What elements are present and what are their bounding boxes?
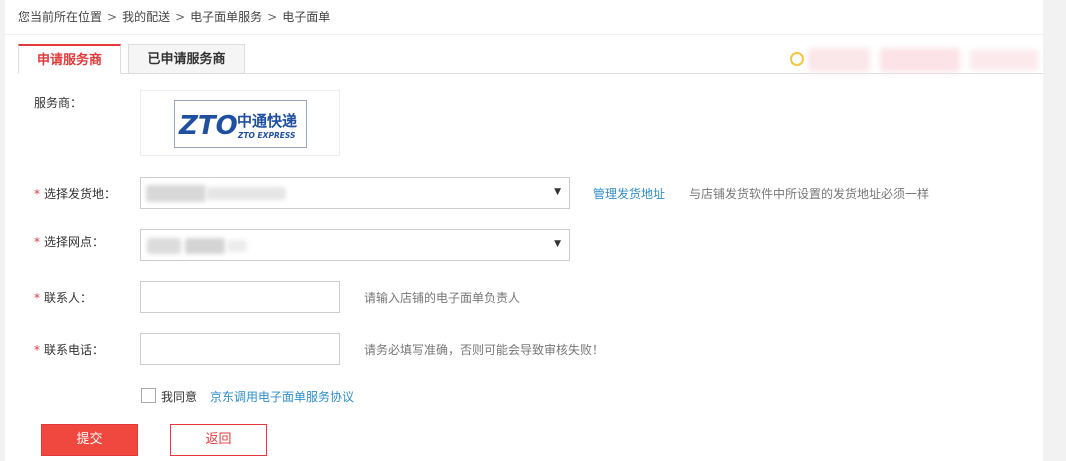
redacted-value [147,238,181,254]
redacted-value [185,238,225,254]
breadcrumb-item-waybill-service[interactable]: 电子面单服务 [190,10,262,24]
outlet-select[interactable]: ▼ [140,229,570,261]
phone-label: * 联系电话： [34,341,104,358]
breadcrumb-location-label: 您当前所在位置 [18,10,103,24]
redacted-text [808,48,870,72]
manage-ship-address-link[interactable]: 管理发货地址 [593,185,665,202]
provider-label: 服务商： [34,96,83,110]
redacted-text [880,48,960,72]
tab-apply-provider[interactable]: 申请服务商 [18,44,121,74]
required-mark: * [34,235,40,249]
ship-from-select[interactable]: ▼ [140,177,570,209]
agree-label[interactable]: 我同意 [161,388,197,405]
breadcrumb-item-my-delivery[interactable]: 我的配送 [122,10,170,24]
zto-logo-icon: ZTO 中通快递 ZTO EXPRESS [178,111,297,141]
contact-input[interactable] [140,281,340,313]
notice-icon [790,52,804,66]
agree-checkbox[interactable] [141,388,156,403]
zto-logo-chinese: 中通快递 [237,112,297,130]
back-button[interactable]: 返回 [170,424,267,456]
phone-input[interactable] [140,333,340,365]
contact-hint: 请输入店铺的电子面单负责人 [364,291,521,305]
breadcrumb-separator: > [267,10,278,24]
redacted-value [206,187,286,200]
required-mark: * [34,187,40,201]
service-agreement-link[interactable]: 京东调用电子面单服务协议 [210,388,354,405]
tab-applied-providers[interactable]: 已申请服务商 [128,44,245,74]
breadcrumb-item-waybill: 电子面单 [282,10,331,24]
outlet-label: * 选择网点： [34,233,104,250]
dropdown-arrow-icon: ▼ [554,187,561,197]
breadcrumb: 您当前所在位置 > 我的配送 > 电子面单服务 > 电子面单 [18,8,330,25]
redacted-value [146,185,206,202]
redacted-value [227,240,247,252]
redacted-text [970,50,1038,70]
submit-button[interactable]: 提交 [41,424,138,456]
redacted-notice [790,44,1040,74]
breadcrumb-separator: > [107,10,118,24]
provider-logo-box[interactable]: ZTO 中通快递 ZTO EXPRESS [140,90,340,156]
zto-logo-english: ZTO EXPRESS [237,131,295,140]
ship-from-label-text: 选择发货地： [44,187,117,201]
breadcrumb-divider [5,34,1043,35]
required-mark: * [34,291,40,305]
breadcrumb-separator: > [175,10,186,24]
dropdown-arrow-icon: ▼ [554,239,561,249]
outlet-label-text: 选择网点： [44,235,105,249]
contact-label: * 联系人： [34,289,92,306]
contact-label-text: 联系人： [44,291,93,305]
zto-express-logo: ZTO 中通快递 ZTO EXPRESS [174,100,307,148]
required-mark: * [34,343,40,357]
ship-from-hint: 与店铺发货软件中所设置的发货地址必须一样 [689,187,930,201]
phone-hint: 请务必填写准确，否则可能会导致审核失败！ [364,343,605,357]
phone-label-text: 联系电话： [44,343,105,357]
zto-logo-mark: ZTO [178,111,238,141]
ship-from-label: * 选择发货地： [34,185,116,202]
